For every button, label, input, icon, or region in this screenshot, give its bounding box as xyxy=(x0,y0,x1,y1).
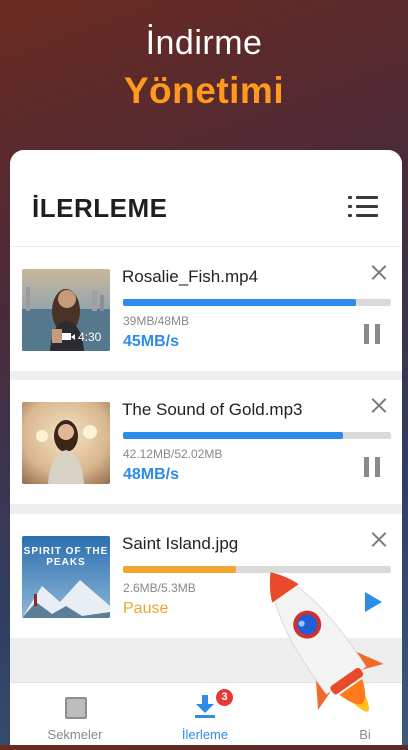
video-thumbnail: 4:30 xyxy=(22,269,110,351)
hero-banner: İndirme Yönetimi xyxy=(0,0,408,148)
rocket-illustration xyxy=(245,555,408,745)
download-status: Pause xyxy=(123,600,169,617)
close-icon[interactable] xyxy=(370,264,388,282)
download-icon xyxy=(195,695,215,719)
tab-sekmeler[interactable]: Sekmeler xyxy=(10,683,140,745)
file-name: Saint Island.jpg xyxy=(122,534,239,553)
hero-title-line1: İndirme xyxy=(145,24,263,62)
image-thumbnail: SPIRIT OF THE PEAKS xyxy=(22,536,110,618)
download-item[interactable]: The Sound of Gold.mp3 42.12MB/52.02MB 48… xyxy=(10,380,402,504)
file-size: 42.12MB/52.02MB xyxy=(123,447,223,461)
list-menu-icon[interactable] xyxy=(348,196,378,218)
progress-fill xyxy=(123,299,357,306)
download-speed: 48MB/s xyxy=(123,466,180,483)
download-speed: 45MB/s xyxy=(123,333,180,350)
file-name: Rosalie_Fish.mp4 xyxy=(122,267,259,286)
music-thumbnail xyxy=(22,402,110,484)
video-icon xyxy=(62,333,71,340)
file-size: 39MB/48MB xyxy=(123,314,190,328)
progress-header: İLERLEME xyxy=(10,150,402,246)
close-icon[interactable] xyxy=(370,397,388,415)
download-item[interactable]: 4:30 Rosalie_Fish.mp4 39MB/48MB 45MB/s xyxy=(10,247,402,371)
thumbnail-text: SPIRIT OF THE PEAKS xyxy=(23,546,109,568)
progress-fill xyxy=(123,566,236,573)
file-size: 2.6MB/5.3MB xyxy=(123,581,196,595)
pause-icon[interactable] xyxy=(364,324,382,344)
progress-fill xyxy=(123,432,343,439)
pause-icon[interactable] xyxy=(364,457,382,477)
tab-label: Sekmeler xyxy=(47,727,103,742)
close-icon[interactable] xyxy=(370,531,388,549)
progress-bar xyxy=(123,299,391,306)
page-title: İLERLEME xyxy=(32,193,168,223)
video-duration: 4:30 xyxy=(78,330,102,344)
notification-badge: 3 xyxy=(216,689,233,706)
file-name: The Sound of Gold.mp3 xyxy=(122,400,303,419)
hero-title-line2: Yönetimi xyxy=(123,70,285,111)
tabs-icon xyxy=(65,697,87,719)
progress-bar xyxy=(123,432,391,439)
